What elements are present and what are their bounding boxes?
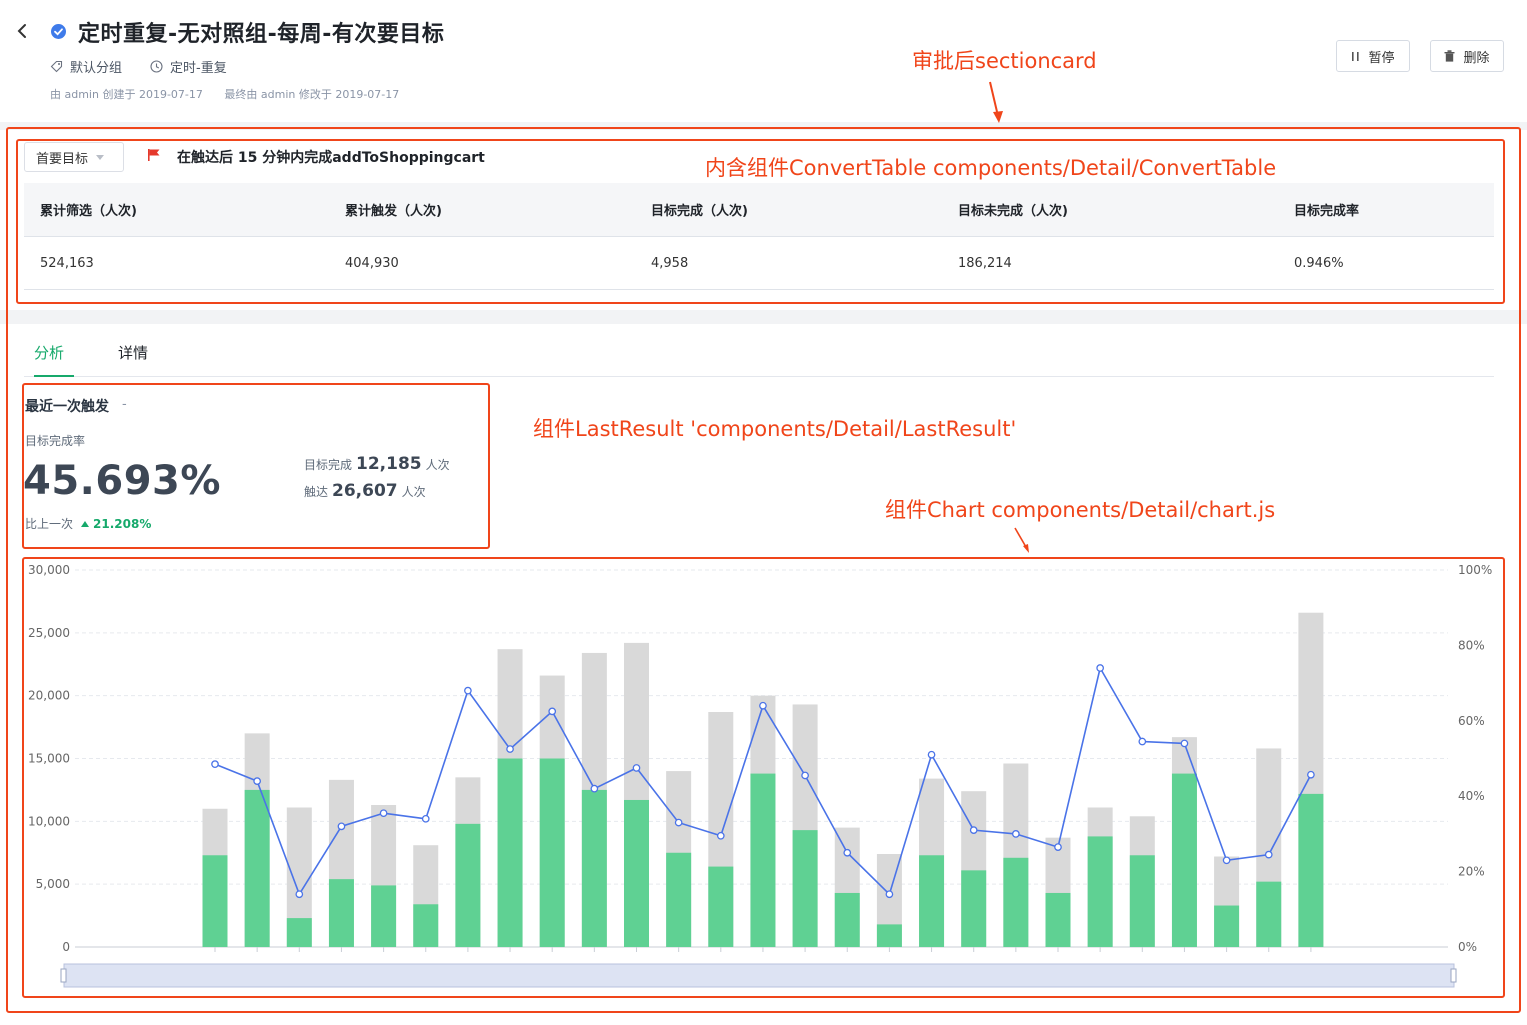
group-label: 默认分组 (70, 61, 123, 76)
modified-info: 最终由 admin 修改于 2019-07-17 (224, 88, 400, 101)
delete-label: 删除 (1463, 50, 1490, 66)
annotation-box-chart (22, 557, 1505, 998)
trash-icon (1444, 50, 1455, 62)
pause-button[interactable]: 暂停 (1336, 40, 1410, 72)
clock-icon (150, 60, 163, 73)
audit-info: 由 admin 创建于 2019-07-17 最终由 admin 修改于 201… (50, 86, 417, 102)
annotation-convert-table: 内含组件ConvertTable components/Detail/Conve… (705, 156, 1277, 180)
annotation-last-result: 组件LastResult 'components/Detail/LastResu… (533, 417, 1017, 441)
group-tag: 默认分组 (50, 57, 122, 76)
annotation-arrow (989, 81, 1003, 123)
delete-button[interactable]: 删除 (1430, 40, 1504, 72)
created-info: 由 admin 创建于 2019-07-17 (50, 88, 203, 101)
pause-label: 暂停 (1368, 50, 1395, 66)
schedule-label: 定时-重复 (170, 61, 227, 76)
annotation-arrow (1014, 527, 1029, 553)
annotation-chart: 组件Chart components/Detail/chart.js (885, 498, 1276, 522)
pause-icon (1352, 51, 1360, 61)
schedule-tag: 定时-重复 (150, 57, 227, 76)
annotation-box-last-result (22, 383, 490, 549)
status-check-icon (51, 24, 66, 39)
tag-icon (50, 60, 63, 73)
meta-row: 默认分组 定时-重复 (50, 57, 255, 76)
page-title: 定时重复-无对照组-每周-有次要目标 (78, 22, 445, 47)
annotation-section-card: 审批后sectioncard (912, 49, 1097, 73)
back-arrow-icon[interactable] (14, 22, 30, 40)
page-header: 定时重复-无对照组-每周-有次要目标 默认分组 定时-重复 由 admin 创建… (0, 0, 1527, 122)
